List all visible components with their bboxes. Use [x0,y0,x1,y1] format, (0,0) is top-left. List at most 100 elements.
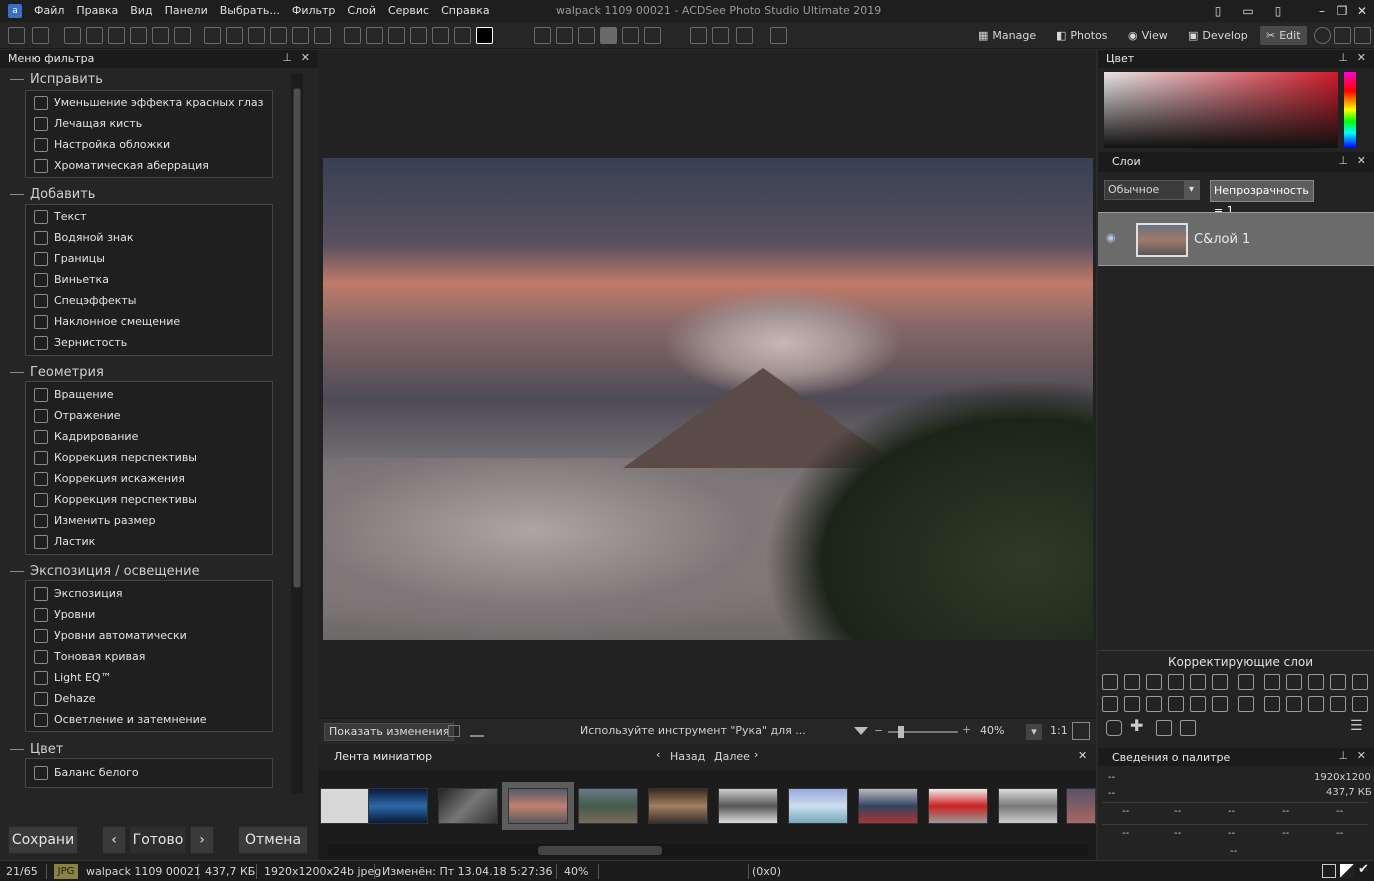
edited-photo[interactable] [323,158,1093,640]
adj-split-icon[interactable] [1308,696,1324,712]
group-title-exposure[interactable]: Экспозиция / освещение [30,564,200,579]
filter-item-dehaze[interactable]: Dehaze [34,688,96,709]
zoom-in-icon[interactable]: + [962,723,971,736]
record-icon[interactable] [712,27,729,44]
duplicate-layer-icon[interactable] [1156,720,1172,736]
foreground-color-icon[interactable] [476,27,493,44]
freehand-lasso-icon[interactable] [152,27,169,44]
mode-edit[interactable]: ✂ Edit [1260,26,1307,45]
compare-icon[interactable] [1340,864,1354,878]
done-button[interactable]: Готово [130,826,186,854]
adj-color-balance-icon[interactable] [1212,674,1228,690]
menu-select[interactable]: Выбрать... [214,4,286,18]
thumbnail[interactable] [438,788,498,824]
filter-item-lens-perspective[interactable]: Коррекция перспективы [34,489,197,510]
zoom-dropdown-icon[interactable]: ▾ [1026,724,1042,740]
menu-panels[interactable]: Панели [159,4,214,18]
adj-brush-icon[interactable] [1308,674,1324,690]
adj-sharpen-icon[interactable] [1146,696,1162,712]
thumbnail[interactable] [648,788,708,824]
rect-select-icon[interactable] [204,27,221,44]
adj-photo-icon[interactable] [1286,674,1302,690]
mode-manage[interactable]: ▦ Manage [972,26,1042,45]
actual-size-button[interactable]: 1:1 [1050,724,1068,737]
triangle-down-icon[interactable] [854,727,868,735]
settings-icon[interactable] [556,27,573,44]
filter-item-vignette[interactable]: Виньетка [34,269,109,290]
thumbnail[interactable] [578,788,638,824]
scrollbar-thumb[interactable] [293,88,301,588]
filter-item-flip[interactable]: Отражение [34,405,121,426]
clone-icon[interactable] [366,27,383,44]
menu-icon[interactable]: ☰ [1350,718,1363,734]
fit-screen-icon[interactable] [1072,722,1090,740]
thumbnail[interactable] [928,788,988,824]
adj-link-icon[interactable] [1238,696,1254,712]
menu-view[interactable]: Вид [124,4,158,18]
filter-item-grain[interactable]: Зернистость [34,332,127,353]
filter-item-special-effects[interactable]: Спецэффекты [34,290,136,311]
layer-name[interactable]: С&лой 1 [1194,232,1250,247]
back-link[interactable]: Назад [670,750,705,763]
image-canvas[interactable] [318,50,1096,718]
filter-item-watermark[interactable]: Водяной знак [34,227,134,248]
thumbnail[interactable] [1066,788,1096,824]
close-icon[interactable]: ✕ [1357,51,1366,64]
filter-item-text[interactable]: Текст [34,206,87,227]
fullscreen-icon[interactable] [448,725,460,737]
adj-white-balance-icon[interactable] [1190,674,1206,690]
filmstrip-scrollbar[interactable] [328,844,1088,856]
square-icon[interactable] [690,27,707,44]
transform-icon[interactable] [108,27,125,44]
eraser-icon[interactable] [410,27,427,44]
paintbrush-icon[interactable] [344,27,361,44]
layer-row[interactable]: ◉ С&лой 1 [1098,212,1374,266]
chevron-right-icon[interactable]: › [754,748,758,761]
collapse-icon[interactable] [10,372,24,373]
dashboard-icon[interactable] [1334,27,1351,44]
thumbnail[interactable] [788,788,848,824]
lasso-icon[interactable] [86,27,103,44]
filter-item-distortion[interactable]: Коррекция искажения [34,468,185,489]
group-title-add[interactable]: Добавить [30,187,95,202]
smudge-icon[interactable] [432,27,449,44]
menu-tools[interactable]: Сервис [382,4,435,18]
next-link[interactable]: Далее [714,750,750,763]
save-button[interactable]: Сохрани [8,826,78,854]
adj-invert-icon[interactable] [1352,674,1368,690]
prev-button[interactable]: ‹ [102,826,126,854]
fill-tool-icon[interactable] [600,27,617,44]
target-icon[interactable] [534,27,551,44]
pin-icon[interactable]: ⊥ [1338,51,1348,64]
color-picker-field[interactable] [1104,72,1338,148]
filter-menu-scrollbar[interactable] [291,74,303,794]
curve-icon[interactable] [314,27,331,44]
filter-item-perspective[interactable]: Коррекция перспективы [34,447,197,468]
filter-item-resize[interactable]: Изменить размер [34,510,156,531]
mode-develop[interactable]: ▣ Develop [1182,26,1254,45]
online-icon[interactable] [1354,27,1371,44]
checkmark-icon[interactable]: ✔ [1358,862,1369,877]
filter-item-healing-brush[interactable]: Лечащая кисть [34,113,142,134]
group-title-color[interactable]: Цвет [30,742,63,757]
collapse-icon[interactable] [10,749,24,750]
adj-curves-icon[interactable] [1146,674,1162,690]
collapse-icon[interactable] [10,571,24,572]
menu-layer[interactable]: Слой [341,4,382,18]
filter-item-rotate[interactable]: Вращение [34,384,114,405]
maximize-button[interactable]: ❐ [1334,3,1350,19]
eyedropper-icon[interactable] [454,27,471,44]
pin-icon[interactable]: ⊥ [282,51,292,64]
minimize-button[interactable]: – [1314,3,1330,19]
close-icon[interactable]: ✕ [1078,749,1087,762]
panel-right-toggle-icon[interactable]: ▯ [1270,3,1286,19]
show-changes-button[interactable]: Показать изменения [324,723,455,741]
thumbnail[interactable] [858,788,918,824]
adj-light-eq-icon[interactable] [1168,674,1184,690]
menu-edit[interactable]: Правка [70,4,124,18]
opacity-field[interactable]: Непрозрачность = 1 [1210,180,1314,217]
play-icon[interactable] [736,27,753,44]
filter-item-auto-levels[interactable]: Уровни автоматически [34,625,187,646]
thumbnail[interactable] [718,788,778,824]
cancel-button[interactable]: Отмена [238,826,308,854]
